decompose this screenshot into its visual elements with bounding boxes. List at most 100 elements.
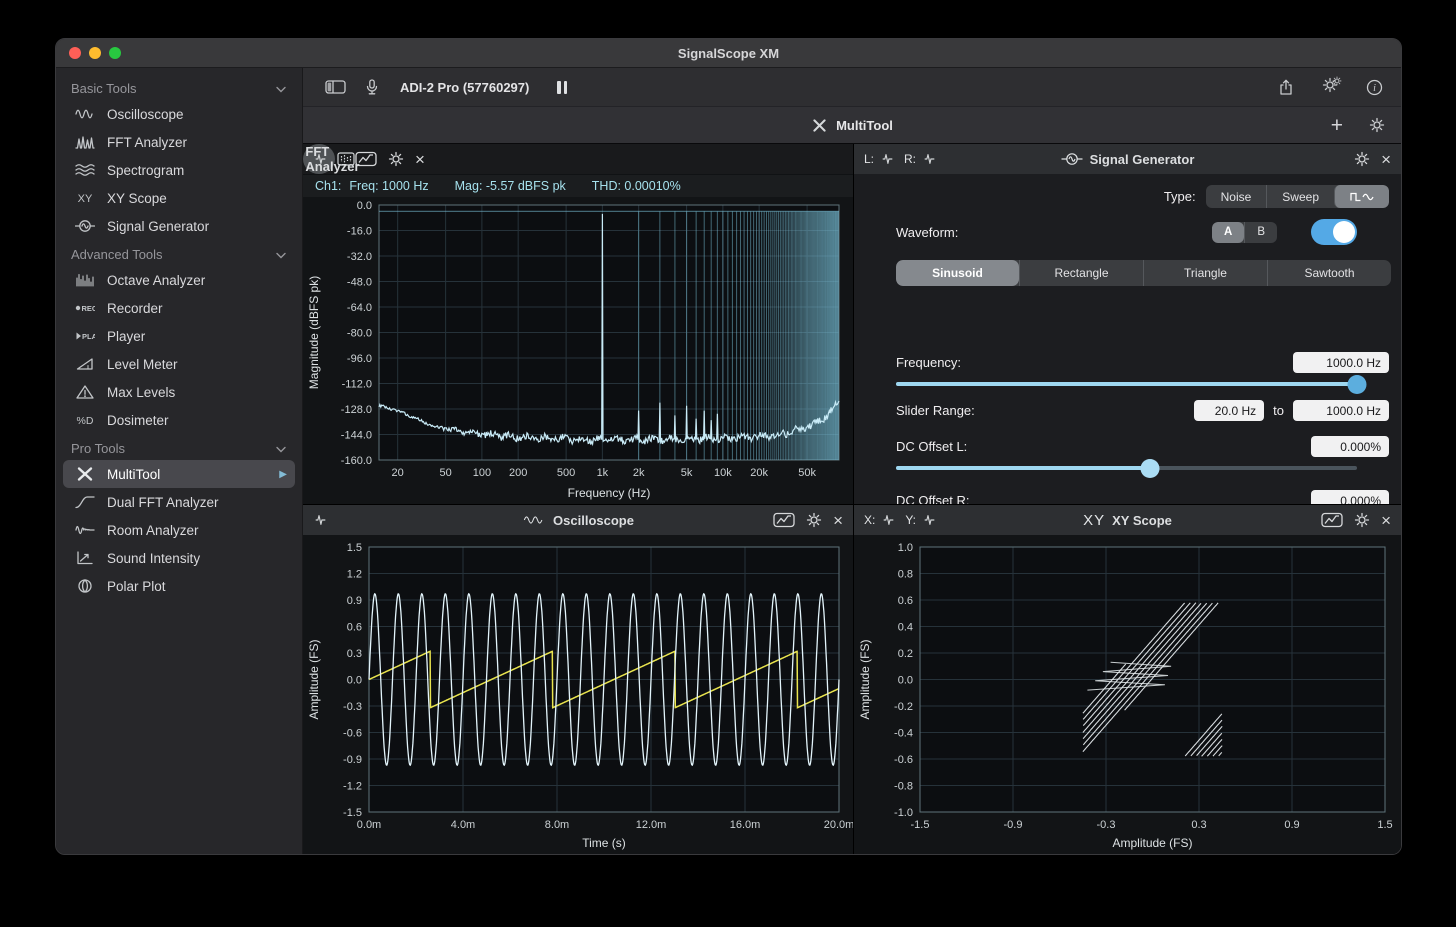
- svg-text:-112.0: -112.0: [342, 379, 372, 391]
- sidebar-item-polar-plot[interactable]: Polar Plot: [63, 572, 295, 600]
- scope-input-signal-icon[interactable]: [313, 513, 328, 527]
- app-window: SignalScope XM Basic ToolsOscilloscopeFF…: [55, 38, 1402, 855]
- type-sweep-button[interactable]: Sweep: [1266, 185, 1334, 208]
- svg-text:Time (s): Time (s): [582, 836, 626, 850]
- scope-settings-gear-icon[interactable]: [806, 512, 822, 528]
- sidebar-section-title: Basic Tools: [71, 81, 137, 96]
- xy-chart[interactable]: -1.5-0.9-0.30.30.91.51.00.80.60.40.20.0-…: [854, 535, 1401, 854]
- chevron-down-icon[interactable]: [276, 81, 286, 96]
- sidebar-item-multitool[interactable]: MultiTool ▶: [63, 460, 295, 488]
- chevron-down-icon[interactable]: [276, 441, 286, 456]
- sidebar-item-oscilloscope[interactable]: Oscilloscope: [63, 100, 295, 128]
- chevron-down-icon[interactable]: [276, 247, 286, 262]
- svg-text:-1.2: -1.2: [343, 781, 362, 793]
- dc-offset-r-field[interactable]: 0.000%: [1311, 490, 1389, 504]
- svg-text:-1.5: -1.5: [343, 807, 362, 819]
- xy-icon: XY: [1083, 512, 1105, 529]
- share-icon[interactable]: [1278, 79, 1294, 96]
- xy-panel-header[interactable]: X: Y: XY XY Scope ×: [854, 505, 1401, 535]
- signal-generator-header[interactable]: L: R: Signal Generator: [854, 144, 1401, 174]
- minimize-window-button[interactable]: [89, 47, 101, 59]
- svg-text:0.2: 0.2: [898, 648, 913, 660]
- fft-chart[interactable]: 20501002005001k2k5k10k20k50k0.0-16.0-32.…: [303, 197, 853, 504]
- generator-enable-toggle[interactable]: [1311, 219, 1357, 245]
- input-signal-icon[interactable]: [313, 152, 328, 166]
- toggle-sidebar-icon[interactable]: [325, 79, 346, 95]
- channel-a-button[interactable]: A: [1212, 222, 1244, 243]
- sidebar-item-label: Room Analyzer: [107, 523, 199, 538]
- dc-offset-l-field[interactable]: 0.000%: [1311, 436, 1389, 457]
- oscilloscope-icon: [522, 513, 546, 527]
- fft-close-icon[interactable]: ×: [415, 151, 425, 168]
- y-channel-signal-icon[interactable]: [922, 513, 937, 527]
- sidebar-item-player[interactable]: PLAYPlayer: [63, 322, 295, 350]
- svg-text:0.9: 0.9: [1284, 819, 1299, 831]
- dc-offset-l-slider-knob[interactable]: [1140, 459, 1159, 478]
- sidebar-item-label: Max Levels: [107, 385, 175, 400]
- sidebar-section-header-advanced-tools[interactable]: Advanced Tools: [56, 240, 302, 266]
- oscilloscope-chart[interactable]: 0.0m4.0m8.0m12.0m16.0m20.0m1.51.20.90.60…: [303, 535, 853, 854]
- sidebar-item-level-meter[interactable]: Level Meter: [63, 350, 295, 378]
- range-min-field[interactable]: 20.0 Hz: [1194, 400, 1264, 421]
- waveform-label: Waveform:: [896, 225, 958, 240]
- sidebar-section-header-basic-tools[interactable]: Basic Tools: [56, 74, 302, 100]
- sidebar-item-max-levels[interactable]: Max Levels: [63, 378, 295, 406]
- svg-text:-0.9: -0.9: [1004, 819, 1023, 831]
- sidebar-item-octave-analyzer[interactable]: Octave Analyzer: [63, 266, 295, 294]
- type-segmented-control: Noise Sweep: [1206, 185, 1389, 208]
- pause-button[interactable]: [557, 81, 567, 94]
- sidebar-item-label: Signal Generator: [107, 219, 209, 234]
- sidebar-item-signal-generator[interactable]: Signal Generator: [63, 212, 295, 240]
- settings-gears-icon[interactable]: [1322, 77, 1338, 98]
- fft-panel-header[interactable]: FFT Analyzer ×: [303, 144, 335, 174]
- sidebar-item-fft-analyzer[interactable]: FFT Analyzer: [63, 128, 295, 156]
- add-tool-button[interactable]: +: [1331, 115, 1343, 136]
- sidebar-item-dosimeter[interactable]: %DDosimeter: [63, 406, 295, 434]
- range-max-field[interactable]: 1000.0 Hz: [1293, 400, 1389, 421]
- sidebar-item-label: MultiTool: [107, 467, 160, 482]
- type-noise-button[interactable]: Noise: [1206, 185, 1267, 208]
- type-tone-button[interactable]: [1334, 185, 1389, 208]
- sidebar-section-header-pro-tools[interactable]: Pro Tools: [56, 434, 302, 460]
- info-icon[interactable]: i: [1366, 79, 1383, 96]
- sidebar-item-sound-intensity[interactable]: Sound Intensity: [63, 544, 295, 572]
- active-tool-arrow-icon[interactable]: ▶: [279, 469, 287, 480]
- titlebar[interactable]: SignalScope XM: [56, 39, 1401, 68]
- waveform-sawtooth-button[interactable]: Sawtooth: [1267, 260, 1391, 286]
- x-channel-signal-icon[interactable]: [881, 513, 896, 527]
- device-name[interactable]: ADI-2 Pro (57760297): [400, 80, 529, 95]
- close-window-button[interactable]: [69, 47, 81, 59]
- waveform-triangle-button[interactable]: Triangle: [1143, 260, 1267, 286]
- scope-chart-options-button[interactable]: [773, 512, 795, 528]
- channel-b-button[interactable]: B: [1244, 222, 1277, 243]
- sidebar-item-spectrogram[interactable]: Spectrogram: [63, 156, 295, 184]
- frequency-slider[interactable]: [896, 374, 1357, 394]
- fft-settings-gear-icon[interactable]: [388, 151, 404, 167]
- waveform-sinusoid-button[interactable]: Sinusoid: [896, 260, 1019, 286]
- right-channel-signal-icon[interactable]: [922, 152, 937, 166]
- xy-close-icon[interactable]: ×: [1381, 512, 1391, 529]
- fft-chart-options-button[interactable]: [355, 151, 377, 167]
- frequency-slider-knob[interactable]: [1348, 375, 1367, 394]
- sidebar-item-room-analyzer[interactable]: Room Analyzer: [63, 516, 295, 544]
- xy-chart-options-button[interactable]: [1321, 512, 1343, 528]
- spectrogram-view-icon[interactable]: [337, 151, 355, 167]
- sidebar-item-xy-scope[interactable]: XYXY Scope: [63, 184, 295, 212]
- dc-offset-l-slider[interactable]: [896, 458, 1357, 478]
- generator-close-icon[interactable]: ×: [1381, 151, 1391, 168]
- frequency-value-field[interactable]: 1000.0 Hz: [1293, 352, 1389, 373]
- waveform-rectangle-button[interactable]: Rectangle: [1019, 260, 1143, 286]
- sidebar-item-recorder[interactable]: RECRecorder: [63, 294, 295, 322]
- oscilloscope-panel-header[interactable]: Oscilloscope ×: [303, 505, 853, 535]
- left-channel-signal-icon[interactable]: [880, 152, 895, 166]
- scope-close-icon[interactable]: ×: [833, 512, 843, 529]
- svg-text:Magnitude (dBFS pk): Magnitude (dBFS pk): [307, 276, 321, 389]
- generator-settings-gear-icon[interactable]: [1354, 151, 1370, 167]
- svg-text:16.0m: 16.0m: [730, 819, 761, 831]
- zoom-window-button[interactable]: [109, 47, 121, 59]
- spectrogram-icon: [71, 162, 99, 178]
- multitool-settings-gear-icon[interactable]: [1369, 117, 1385, 133]
- sidebar-item-dual-fft-analyzer[interactable]: Dual FFT Analyzer: [63, 488, 295, 516]
- microphone-icon[interactable]: [364, 79, 380, 96]
- xy-settings-gear-icon[interactable]: [1354, 512, 1370, 528]
